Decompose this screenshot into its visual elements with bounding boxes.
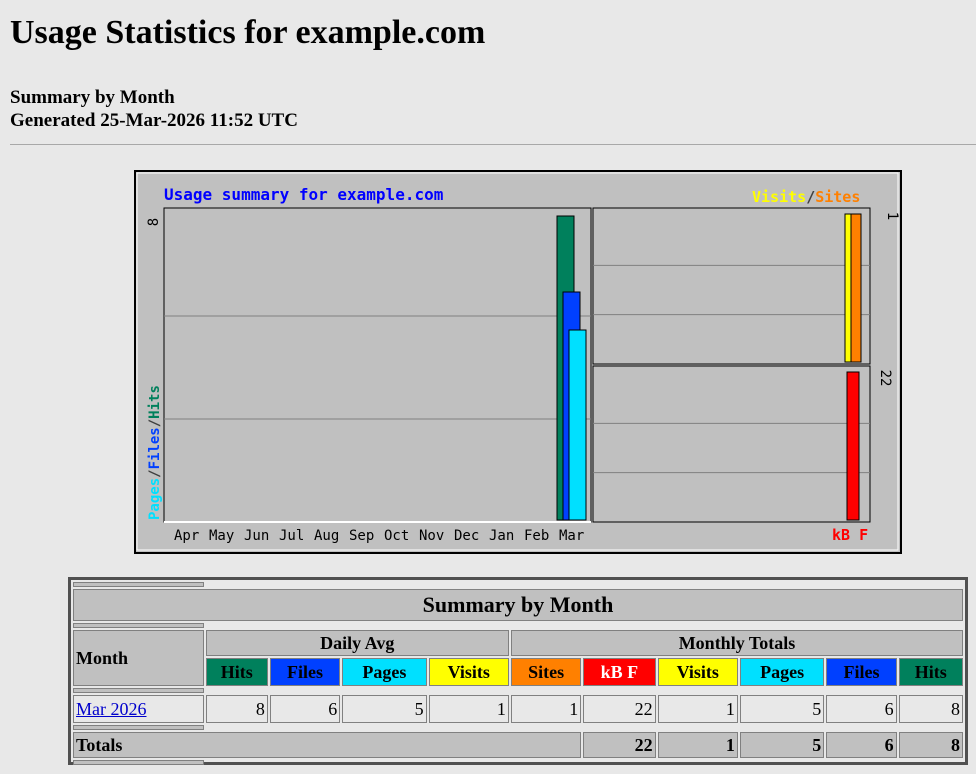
col-header-monthly-pages: Pages bbox=[739, 658, 825, 686]
page-subtitle: Summary by Month bbox=[10, 87, 175, 108]
right-top-panel bbox=[592, 207, 871, 365]
total-hits: 8 bbox=[898, 732, 963, 758]
left-axis-max-label: 8 bbox=[146, 218, 162, 226]
x-tick-label: Nov bbox=[419, 528, 444, 544]
monthly-pages-cell: 5 bbox=[739, 695, 825, 723]
table-title: Summary by Month bbox=[73, 589, 963, 621]
right-bottom-legend: kB F bbox=[832, 526, 868, 544]
x-tick-label: Jan bbox=[489, 528, 514, 544]
right-top-legend: Visits/Sites bbox=[752, 188, 860, 206]
col-header-monthly-sites: Sites bbox=[510, 658, 582, 686]
totals-label: Totals bbox=[73, 732, 582, 758]
left-panel bbox=[163, 207, 592, 523]
x-tick-label: Sep bbox=[349, 528, 374, 544]
month-header: Month bbox=[73, 630, 204, 686]
x-tick-label: Dec bbox=[454, 528, 479, 544]
monthly-kbf-cell: 22 bbox=[583, 695, 656, 723]
col-header-monthly-kbf: kB F bbox=[583, 658, 656, 686]
table-spacer bbox=[73, 688, 204, 693]
col-header-daily-visits: Visits bbox=[428, 658, 509, 686]
bar-sites bbox=[850, 213, 862, 363]
monthly-files-cell: 6 bbox=[826, 695, 897, 723]
total-visits: 1 bbox=[657, 732, 738, 758]
total-files: 6 bbox=[826, 732, 897, 758]
usage-chart-svg: Usage summary for example.com 8 Pages/File… bbox=[136, 172, 900, 551]
horizontal-rule bbox=[10, 144, 976, 145]
total-pages: 5 bbox=[739, 732, 825, 758]
bar-pages bbox=[568, 329, 587, 521]
table-spacer bbox=[73, 623, 204, 628]
daily-files-cell: 6 bbox=[269, 695, 341, 723]
monthly-hits-cell: 8 bbox=[898, 695, 963, 723]
x-tick-label: Jul bbox=[279, 528, 304, 544]
daily-hits-cell: 8 bbox=[205, 695, 268, 723]
right-bottom-axis-max-label: 22 bbox=[877, 370, 893, 387]
page-title: Usage Statistics for example.com bbox=[10, 14, 486, 51]
daily-avg-header: Daily Avg bbox=[205, 630, 509, 656]
month-link[interactable]: Mar 2026 bbox=[76, 699, 147, 719]
x-tick-label: Feb bbox=[524, 528, 549, 544]
x-tick-label: Apr bbox=[174, 528, 199, 544]
col-header-monthly-files: Files bbox=[826, 658, 897, 686]
x-tick-label: Jun bbox=[244, 528, 269, 544]
chart-title: Usage summary for example.com bbox=[164, 185, 444, 204]
table-row: Mar 2026 8 6 5 1 1 22 1 5 6 8 bbox=[73, 695, 963, 723]
table-spacer bbox=[73, 760, 204, 765]
total-kbf: 22 bbox=[583, 732, 656, 758]
table-spacer bbox=[73, 582, 204, 587]
usage-chart: Usage summary for example.com 8 Pages/File… bbox=[134, 170, 902, 554]
x-tick-label: Oct bbox=[384, 528, 409, 544]
col-header-daily-files: Files bbox=[269, 658, 341, 686]
generated-timestamp: Generated 25-Mar-2026 11:52 UTC bbox=[10, 110, 298, 131]
col-header-monthly-hits: Hits bbox=[898, 658, 963, 686]
col-header-monthly-visits: Visits bbox=[657, 658, 738, 686]
summary-table-wrapper: Summary by Month Month Daily Avg Monthly… bbox=[68, 577, 968, 765]
x-tick-label: May bbox=[209, 528, 234, 544]
col-header-daily-pages: Pages bbox=[342, 658, 427, 686]
totals-row: Totals 22 1 5 6 8 bbox=[73, 732, 963, 758]
left-axis-label: Pages/Files/Hits bbox=[147, 385, 163, 520]
col-header-daily-hits: Hits bbox=[205, 658, 268, 686]
bar-kbf bbox=[846, 371, 860, 521]
month-cell: Mar 2026 bbox=[73, 695, 204, 723]
daily-visits-cell: 1 bbox=[428, 695, 509, 723]
table-spacer bbox=[73, 725, 204, 730]
summary-table: Summary by Month Month Daily Avg Monthly… bbox=[71, 580, 965, 767]
daily-pages-cell: 5 bbox=[342, 695, 427, 723]
monthly-visits-cell: 1 bbox=[657, 695, 738, 723]
x-tick-label: Mar bbox=[559, 528, 584, 544]
monthly-totals-header: Monthly Totals bbox=[510, 630, 963, 656]
monthly-sites-cell: 1 bbox=[510, 695, 582, 723]
right-top-axis-max-label: 1 bbox=[884, 212, 900, 220]
x-tick-label: Aug bbox=[314, 528, 339, 544]
right-bottom-panel bbox=[592, 365, 871, 523]
